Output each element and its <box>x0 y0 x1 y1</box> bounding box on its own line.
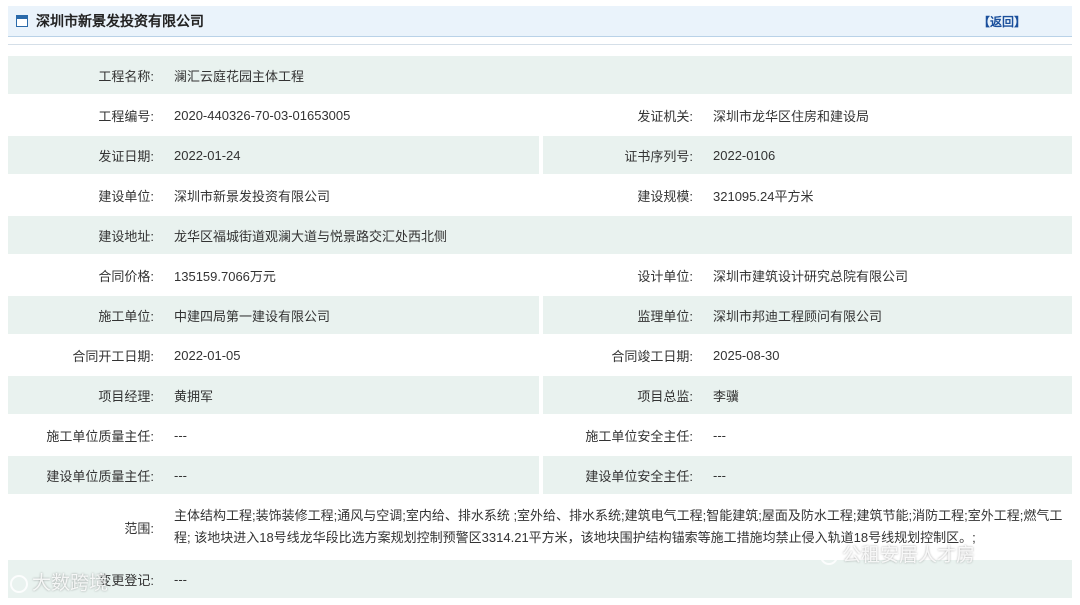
table-row: 建设单位质量主任: --- 建设单位安全主任: --- <box>8 456 1072 494</box>
label-construction-safety-director: 施工单位安全主任: <box>543 416 705 454</box>
watermark-left-text: 大数跨境 <box>32 573 109 594</box>
label-supervision-unit: 监理单位: <box>543 296 705 334</box>
value-builder-quality-director: --- <box>166 456 539 494</box>
label-issue-date: 发证日期: <box>8 136 166 174</box>
label-scope: 范围: <box>8 496 166 558</box>
table-row: 施工单位: 中建四局第一建设有限公司 监理单位: 深圳市邦迪工程顾问有限公司 <box>8 296 1072 334</box>
label-builder-safety-director: 建设单位安全主任: <box>543 456 705 494</box>
value-project-manager: 黄拥军 <box>166 376 539 414</box>
label-project-manager: 项目经理: <box>8 376 166 414</box>
label-construction-quality-director: 施工单位质量主任: <box>8 416 166 454</box>
wechat-logo-icon <box>820 546 838 565</box>
value-chief-supervisor: 李骥 <box>705 376 1072 414</box>
page-title: 深圳市新景发投资有限公司 <box>36 13 204 29</box>
value-design-unit: 深圳市建筑设计研究总院有限公司 <box>705 256 1072 294</box>
page-header: 深圳市新景发投资有限公司 【返回】 <box>8 6 1072 37</box>
label-start-date: 合同开工日期: <box>8 336 166 374</box>
label-chief-supervisor: 项目总监: <box>543 376 705 414</box>
value-project-number: 2020-440326-70-03-01653005 <box>166 96 539 134</box>
label-issuing-authority: 发证机关: <box>543 96 705 134</box>
value-project-name: 澜汇云庭花园主体工程 <box>166 56 1072 94</box>
value-start-date: 2022-01-05 <box>166 336 539 374</box>
value-contract-price: 135159.7066万元 <box>166 256 539 294</box>
table-row: 项目经理: 黄拥军 项目总监: 李骥 <box>8 376 1072 414</box>
watermark-right: 公租安居人才房 <box>820 540 975 567</box>
label-builder: 建设单位: <box>8 176 166 214</box>
table-row: 工程编号: 2020-440326-70-03-01653005 发证机关: 深… <box>8 96 1072 134</box>
value-issue-date: 2022-01-24 <box>166 136 539 174</box>
value-certificate-serial: 2022-0106 <box>705 136 1072 174</box>
label-build-scale: 建设规模: <box>543 176 705 214</box>
document-icon <box>16 15 28 27</box>
table-row: 建设单位: 深圳市新景发投资有限公司 建设规模: 321095.24平方米 <box>8 176 1072 214</box>
back-link[interactable]: 【返回】 <box>978 13 1026 30</box>
table-row: 发证日期: 2022-01-24 证书序列号: 2022-0106 <box>8 136 1072 174</box>
label-project-name: 工程名称: <box>8 56 166 94</box>
value-issuing-authority: 深圳市龙华区住房和建设局 <box>705 96 1072 134</box>
table-row: 建设地址: 龙华区福城街道观澜大道与悦景路交汇处西北侧 <box>8 216 1072 254</box>
label-contract-price: 合同价格: <box>8 256 166 294</box>
value-construction-safety-director: --- <box>705 416 1072 454</box>
label-certificate-serial: 证书序列号: <box>543 136 705 174</box>
label-build-address: 建设地址: <box>8 216 166 254</box>
value-construction-quality-director: --- <box>166 416 539 454</box>
watermark-right-text: 公租安居人才房 <box>842 545 976 566</box>
table-row: 施工单位质量主任: --- 施工单位安全主任: --- <box>8 416 1072 454</box>
label-builder-quality-director: 建设单位质量主任: <box>8 456 166 494</box>
value-construction-unit: 中建四局第一建设有限公司 <box>166 296 539 334</box>
label-project-number: 工程编号: <box>8 96 166 134</box>
label-construction-unit: 施工单位: <box>8 296 166 334</box>
watermark-left: 大数跨境 <box>10 568 108 595</box>
value-builder-safety-director: --- <box>705 456 1072 494</box>
value-completion-date: 2025-08-30 <box>705 336 1072 374</box>
label-completion-date: 合同竣工日期: <box>543 336 705 374</box>
value-build-address: 龙华区福城街道观澜大道与悦景路交汇处西北侧 <box>166 216 1072 254</box>
table-row: 工程名称: 澜汇云庭花园主体工程 <box>8 56 1072 94</box>
table-row: 合同开工日期: 2022-01-05 合同竣工日期: 2025-08-30 <box>8 336 1072 374</box>
table-row: 合同价格: 135159.7066万元 设计单位: 深圳市建筑设计研究总院有限公… <box>8 256 1072 294</box>
label-design-unit: 设计单位: <box>543 256 705 294</box>
value-builder: 深圳市新景发投资有限公司 <box>166 176 539 214</box>
watermark-logo-icon <box>10 574 28 593</box>
divider <box>8 44 1072 45</box>
value-build-scale: 321095.24平方米 <box>705 176 1072 214</box>
info-table: 工程名称: 澜汇云庭花园主体工程 工程编号: 2020-440326-70-03… <box>8 54 1072 600</box>
value-supervision-unit: 深圳市邦迪工程顾问有限公司 <box>705 296 1072 334</box>
